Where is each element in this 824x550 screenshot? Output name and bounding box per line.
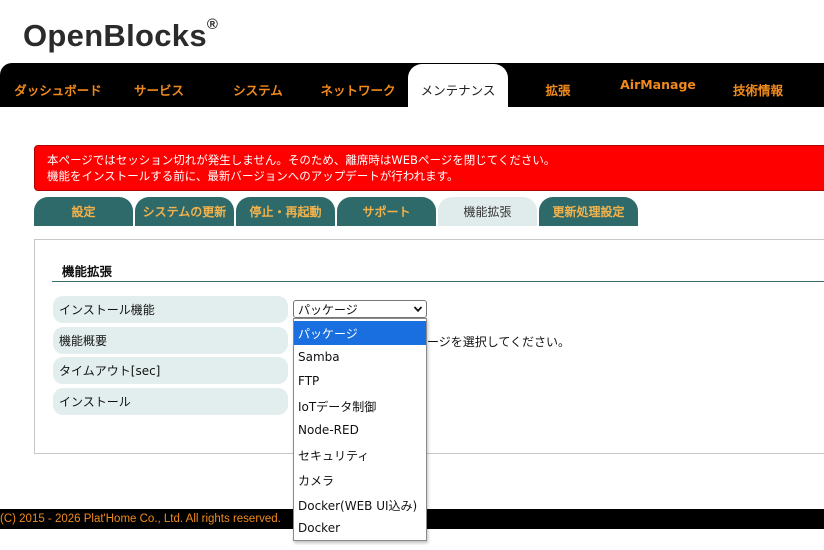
nav-item-system[interactable]: システム [212,63,304,107]
nav-item-extension[interactable]: 拡張 [510,63,606,107]
dropdown-option-docker[interactable]: Docker [294,516,426,540]
feature-dropdown-list: パッケージ Samba FTP IoTデータ制御 Node-RED セキュリティ… [293,318,427,541]
tab-support[interactable]: サポート [337,197,436,226]
label-install: インストール [53,388,288,415]
section-title: 機能拡張 [62,264,113,279]
main-nav: ダッシュボード サービス システム ネットワーク メンテナンス 拡張 AirMa… [0,63,824,107]
logo-text: OpenBlocks [23,18,207,53]
section-divider [52,281,824,282]
nav-item-network[interactable]: ネットワーク [310,63,406,107]
label-timeout: タイムアウト[sec] [53,357,288,384]
tab-update-settings[interactable]: 更新処理設定 [539,197,638,226]
alert-line-1: 本ページではセッション切れが発生しません。そのため、離席時はWEBページを閉じて… [47,153,556,167]
dropdown-option-samba[interactable]: Samba [294,345,426,369]
footer-copyright: (C) 2015 - 2026 Plat'Home Co., Ltd. All … [0,513,281,525]
tab-settings[interactable]: 設定 [34,197,133,226]
chevron-down-icon [413,306,423,313]
dropdown-option-camera[interactable]: カメラ [294,468,426,492]
dropdown-option-security[interactable]: セキュリティ [294,443,426,467]
feature-select-value: パッケージ [298,302,358,317]
dropdown-option-package[interactable]: パッケージ [294,321,426,345]
feature-description: ージを選択してください。 [427,335,571,349]
registered-mark: ® [206,16,219,33]
dropdown-option-ftp[interactable]: FTP [294,369,426,393]
label-feature-summary: 機能概要 [53,327,288,354]
tab-system-update[interactable]: システムの更新 [135,197,234,226]
feature-select[interactable]: パッケージ [293,300,427,318]
alert-line-2: 機能をインストールする前に、最新バージョンへのアップデートが行われます。 [47,169,459,183]
nav-item-tech-info[interactable]: 技術情報 [710,63,806,107]
logo: OpenBlocks® [23,16,219,54]
nav-item-dashboard[interactable]: ダッシュボード [0,63,116,107]
nav-item-services[interactable]: サービス [116,63,202,107]
tab-feature-extension[interactable]: 機能拡張 [438,197,537,226]
dropdown-option-node-red[interactable]: Node-RED [294,418,426,442]
session-warning-alert: 本ページではセッション切れが発生しません。そのため、離席時はWEBページを閉じて… [34,145,824,191]
dropdown-option-docker-webui[interactable]: Docker(WEB UI込み) [294,493,426,517]
tab-stop-restart[interactable]: 停止・再起動 [236,197,335,226]
nav-item-maintenance[interactable]: メンテナンス [408,64,508,107]
label-install-feature: インストール機能 [53,296,288,323]
dropdown-option-iot-data[interactable]: IoTデータ制御 [294,394,426,418]
nav-item-airmanage[interactable]: AirManage [612,63,704,107]
